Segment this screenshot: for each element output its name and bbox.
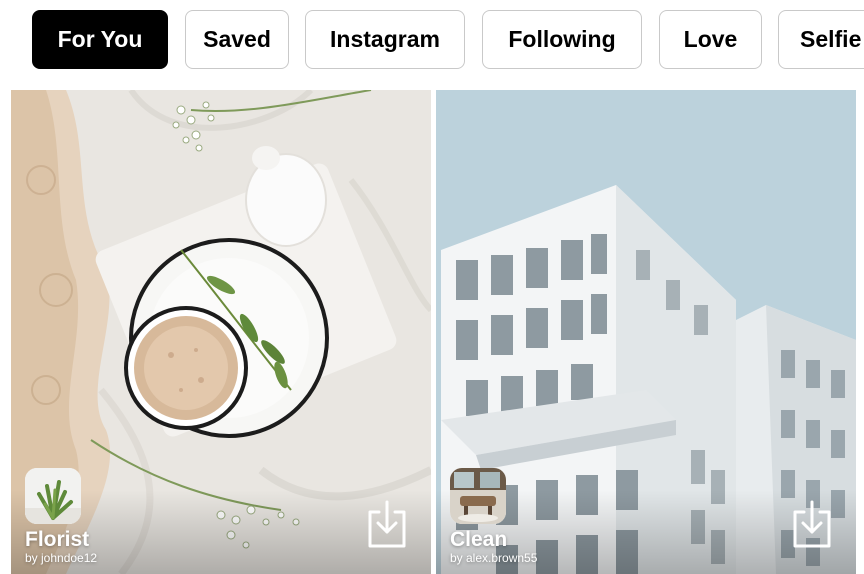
filter-chip-love[interactable]: Love <box>659 10 762 69</box>
plant-icon <box>25 468 81 524</box>
filter-chip-following[interactable]: Following <box>482 10 642 69</box>
card-author[interactable]: by alex.brown55 <box>450 551 537 565</box>
card-title: Florist <box>25 528 90 551</box>
filter-chip-saved[interactable]: Saved <box>185 10 289 69</box>
photo-card-clean[interactable]: Clean by alex.brown55 <box>436 90 856 574</box>
filter-chip-bar: For You Saved Instagram Following Love S… <box>0 0 864 82</box>
interior-icon <box>450 468 506 524</box>
card-author[interactable]: by johndoe12 <box>25 551 97 565</box>
filter-chip-instagram[interactable]: Instagram <box>305 10 465 69</box>
card-title: Clean <box>450 528 508 551</box>
download-icon[interactable] <box>790 500 834 550</box>
download-icon[interactable] <box>365 500 409 550</box>
filter-chip-for-you[interactable]: For You <box>32 10 168 69</box>
filter-chip-selfie[interactable]: Selfie <box>778 10 864 69</box>
photo-card-florist[interactable]: Florist by johndoe12 <box>11 90 431 574</box>
